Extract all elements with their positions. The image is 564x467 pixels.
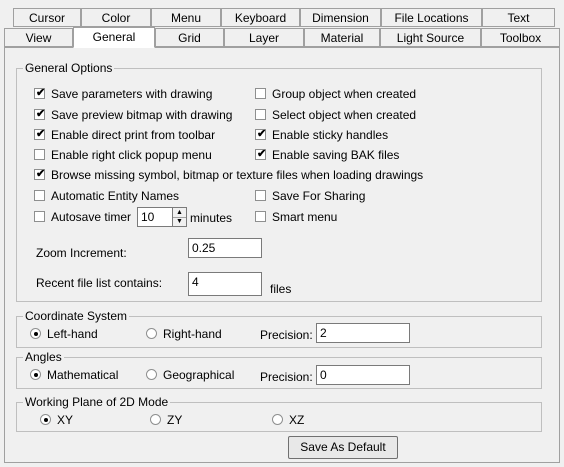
radio-selected-icon: [34, 332, 38, 336]
tab-grid[interactable]: Grid: [155, 28, 224, 47]
checkbox-label: Save preview bitmap with drawing: [51, 108, 233, 122]
checkbox-box[interactable]: [34, 211, 45, 222]
recent-files-input[interactable]: 4: [188, 272, 262, 296]
tab-cursor[interactable]: Cursor: [13, 8, 81, 27]
radio-dot[interactable]: [146, 328, 157, 339]
coordinate-precision-label: Precision:: [260, 328, 313, 342]
checkbox-box[interactable]: [255, 211, 266, 222]
tab-layer[interactable]: Layer: [224, 28, 304, 47]
checkbox-box[interactable]: ✔: [34, 108, 46, 120]
checkbox-box[interactable]: ✔: [34, 128, 46, 140]
check-icon: ✔: [36, 108, 46, 120]
checkbox-box[interactable]: [255, 109, 266, 120]
tab-material[interactable]: Material: [304, 28, 380, 47]
general-options-title: General Options: [23, 61, 115, 75]
checkbox-box[interactable]: ✔: [255, 128, 267, 140]
radio-selected-icon: [44, 418, 48, 422]
checkbox-label: Browse missing symbol, bitmap or texture…: [51, 168, 424, 182]
radio-label: Mathematical: [47, 368, 119, 382]
tab-general[interactable]: General: [73, 27, 155, 48]
autosave-minutes-input[interactable]: 10: [137, 207, 173, 227]
coordinate-precision-input[interactable]: 2: [316, 323, 410, 343]
checkbox-label: Save parameters with drawing: [51, 87, 213, 101]
recent-files-label: Recent file list contains:: [36, 276, 163, 290]
check-icon: ✔: [36, 128, 46, 140]
checkbox-label: Save For Sharing: [272, 189, 366, 203]
angles-precision-label: Precision:: [260, 370, 313, 384]
checkbox-label: Select object when created: [272, 108, 417, 122]
check-icon: ✔: [36, 168, 46, 180]
checkbox-label: Autosave timer: [51, 210, 132, 224]
check-icon: ✔: [257, 128, 267, 140]
checkbox-label: Enable saving BAK files: [272, 148, 400, 162]
angles-title: Angles: [23, 350, 64, 364]
checkbox-label: Enable sticky handles: [272, 128, 389, 142]
radio-dot[interactable]: [30, 328, 41, 339]
recent-files-unit-label: files: [270, 282, 292, 296]
angles-precision-input[interactable]: 0: [316, 365, 410, 385]
radio-label: ZY: [167, 413, 183, 427]
check-icon: ✔: [36, 87, 46, 99]
tab-text[interactable]: Text: [482, 8, 555, 27]
general-options-group: General Options: [16, 61, 542, 302]
radio-dot[interactable]: [30, 369, 41, 380]
tab-light-source[interactable]: Light Source: [380, 28, 481, 47]
checkbox-box[interactable]: [34, 149, 45, 160]
tab-toolbox[interactable]: Toolbox: [481, 28, 560, 47]
radio-dot[interactable]: [272, 414, 283, 425]
checkbox-label: Enable right click popup menu: [51, 148, 212, 162]
tab-view[interactable]: View: [4, 28, 73, 47]
zoom-increment-input[interactable]: 0.25: [188, 238, 262, 258]
radio-label: XZ: [289, 413, 305, 427]
checkbox-box[interactable]: ✔: [34, 87, 46, 99]
checkbox-box[interactable]: ✔: [255, 148, 267, 160]
checkbox-box[interactable]: ✔: [34, 168, 46, 180]
radio-dot[interactable]: [150, 414, 161, 425]
check-icon: ✔: [257, 148, 267, 160]
autosave-spinner[interactable]: ▲ ▼: [173, 207, 187, 227]
spin-down-icon[interactable]: ▼: [173, 217, 186, 226]
autosave-unit-label: minutes: [190, 211, 233, 225]
tab-dimension[interactable]: Dimension: [300, 8, 381, 27]
tab-menu[interactable]: Menu: [151, 8, 221, 27]
radio-label: XY: [57, 413, 74, 427]
checkbox-label: Enable direct print from toolbar: [51, 128, 216, 142]
radio-selected-icon: [34, 373, 38, 377]
save-as-default-button[interactable]: Save As Default: [288, 436, 398, 459]
coordinate-system-title: Coordinate System: [23, 309, 130, 323]
checkbox-box[interactable]: [34, 190, 45, 201]
radio-dot[interactable]: [146, 369, 157, 380]
radio-dot[interactable]: [40, 414, 51, 425]
working-plane-title: Working Plane of 2D Mode: [23, 395, 171, 409]
checkbox-label: Automatic Entity Names: [51, 189, 180, 203]
radio-label: Right-hand: [163, 327, 222, 341]
checkbox-label: Group object when created: [272, 87, 417, 101]
checkbox-box[interactable]: [255, 88, 266, 99]
tab-color[interactable]: Color: [81, 8, 151, 27]
radio-label: Geographical: [163, 368, 235, 382]
tab-keyboard[interactable]: Keyboard: [221, 8, 300, 27]
tab-file-locations[interactable]: File Locations: [381, 8, 482, 27]
radio-label: Left-hand: [47, 327, 98, 341]
checkbox-label: Smart menu: [272, 210, 338, 224]
checkbox-box[interactable]: [255, 190, 266, 201]
zoom-increment-label: Zoom Increment:: [36, 246, 127, 260]
